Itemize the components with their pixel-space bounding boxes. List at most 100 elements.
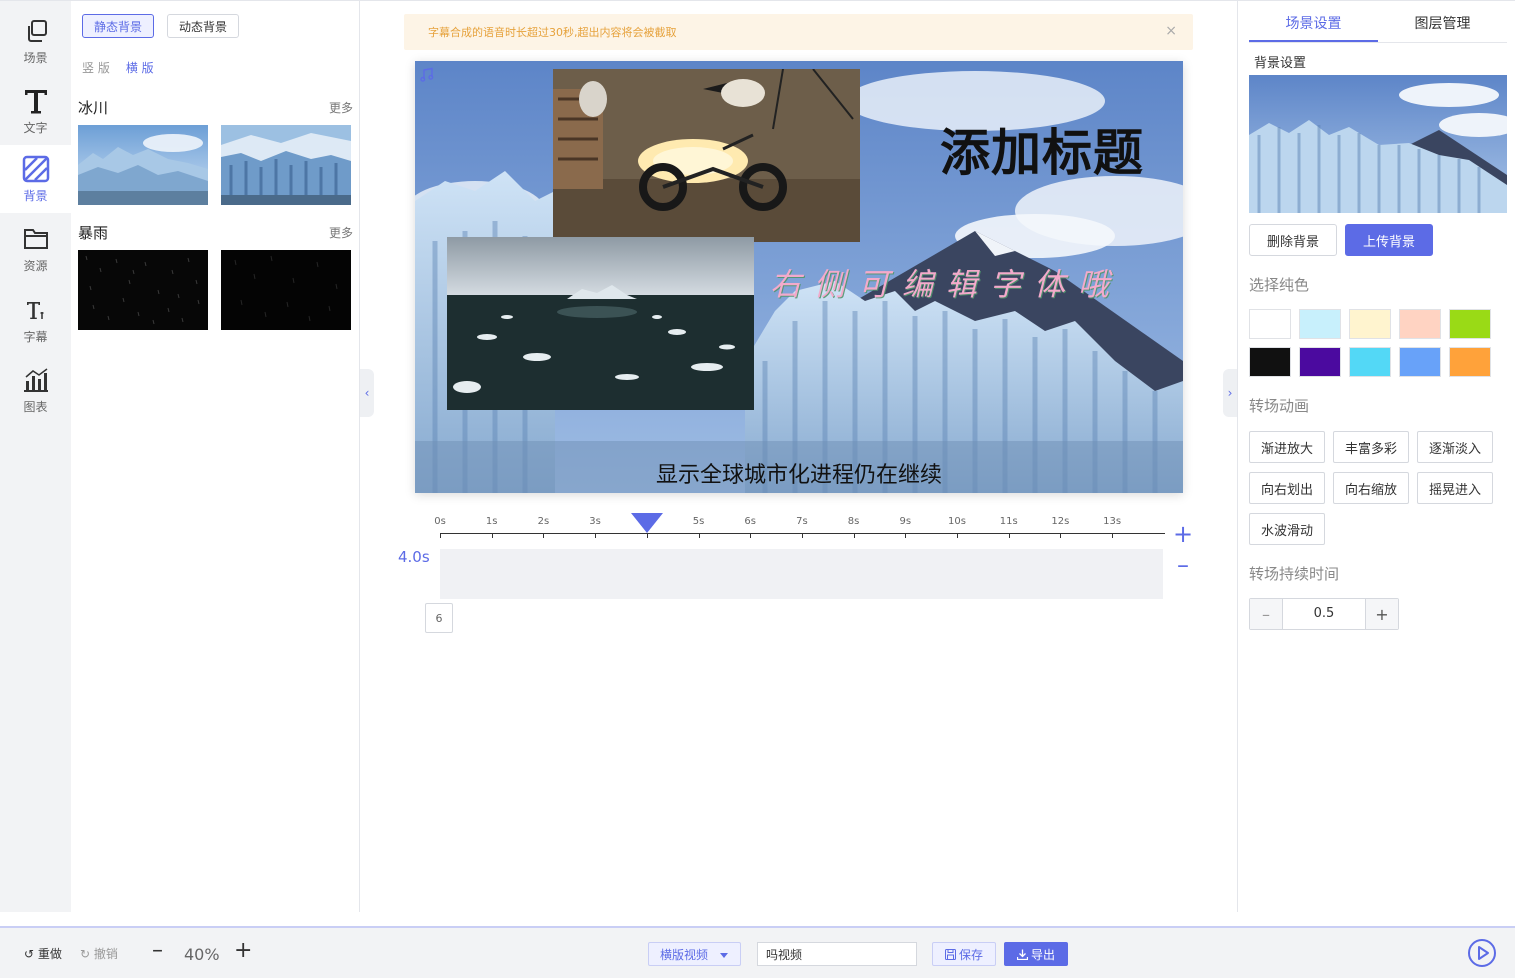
ruler-tick-label: 11s bbox=[999, 516, 1018, 527]
ruler-tick-label: 7s bbox=[796, 516, 808, 527]
canvas-subtitle-text[interactable]: 显示全球城市化进程仍在继续 bbox=[415, 457, 1183, 489]
bottom-toolbar: ↺ 重做 ↻ 撤销 – 40% + 横版视频 保存 导出 bbox=[0, 926, 1515, 978]
zoom-out-button[interactable]: – bbox=[152, 940, 163, 962]
export-label: 导出 bbox=[1030, 947, 1055, 962]
zoom-level: 40% bbox=[184, 945, 220, 964]
ruler-tick bbox=[905, 533, 907, 538]
category-title: 冰川 bbox=[78, 98, 109, 117]
redo-button[interactable]: ↻ 撤销 bbox=[80, 945, 118, 962]
decrement-button[interactable]: – bbox=[1250, 599, 1282, 629]
color-swatch[interactable] bbox=[1249, 347, 1291, 377]
properties-panel: 场景设置 图层管理 背景设置 删除背景 上传背景 选择纯色 转场动画 渐进放大 … bbox=[1237, 0, 1515, 912]
more-link[interactable]: 更多 bbox=[329, 224, 353, 241]
transition-option[interactable]: 渐进放大 bbox=[1249, 431, 1325, 463]
canvas-decorative-text[interactable]: 右侧可编辑字体哦 bbox=[770, 259, 1122, 304]
ruler-tick bbox=[801, 533, 803, 538]
chevron-left-icon: ‹ bbox=[364, 386, 370, 400]
timeline-ruler[interactable]: 0s 1s 2s 3s 4s 5s 6s 7s 8s 9s 10s 11s 12s 13s bbox=[434, 513, 1165, 553]
orientation-portrait[interactable]: 竖 版 bbox=[82, 59, 110, 76]
zoom-in-button[interactable]: + bbox=[234, 940, 252, 962]
tab-dynamic-background[interactable]: 动态背景 bbox=[167, 14, 240, 38]
duration-value[interactable]: 0.5 bbox=[1282, 599, 1366, 629]
delete-background-button[interactable]: 删除背景 bbox=[1249, 224, 1337, 256]
rail-item-label: 图表 bbox=[23, 399, 48, 414]
transition-option[interactable]: 向右划出 bbox=[1249, 472, 1325, 504]
upload-background-button[interactable]: 上传背景 bbox=[1345, 224, 1433, 256]
transition-option[interactable]: 水波滑动 bbox=[1249, 513, 1325, 545]
save-label: 保存 bbox=[958, 947, 983, 962]
transition-duration-label: 转场持续时间 bbox=[1249, 565, 1340, 583]
ruler-tick bbox=[957, 533, 958, 538]
tab-scene-settings[interactable]: 场景设置 bbox=[1249, 9, 1378, 42]
redo-icon: ↻ bbox=[80, 947, 91, 961]
background-thumbnail[interactable] bbox=[78, 125, 208, 205]
scene-track[interactable] bbox=[440, 549, 1163, 599]
orientation-landscape[interactable]: 横 版 bbox=[126, 59, 154, 76]
transition-option[interactable]: 向右缩放 bbox=[1333, 472, 1409, 504]
rail-item-text[interactable]: 文字 bbox=[0, 77, 71, 145]
rail-item-scene[interactable]: 场景 bbox=[0, 7, 71, 75]
tab-layer-management[interactable]: 图层管理 bbox=[1378, 9, 1507, 42]
color-swatch[interactable] bbox=[1449, 309, 1491, 339]
video-name-input[interactable] bbox=[757, 942, 917, 966]
transition-option[interactable]: 逐渐淡入 bbox=[1417, 431, 1493, 463]
increment-button[interactable]: + bbox=[1366, 599, 1398, 629]
undo-button[interactable]: ↺ 重做 bbox=[24, 945, 62, 962]
ruler-tick bbox=[1008, 533, 1010, 538]
timeline-zoom-in-button[interactable]: + bbox=[1173, 522, 1193, 546]
video-layout-value: 横版视频 bbox=[660, 947, 709, 962]
library-tabs: 静态背景 动态背景 bbox=[82, 14, 240, 38]
background-settings-label: 背景设置 bbox=[1254, 56, 1307, 71]
iceberg-image-layer[interactable] bbox=[447, 237, 754, 410]
background-preview bbox=[1249, 75, 1507, 213]
tab-static-background[interactable]: 静态背景 bbox=[82, 14, 155, 38]
more-link[interactable]: 更多 bbox=[329, 99, 353, 116]
canvas-title-text[interactable]: 添加标题 bbox=[940, 113, 1144, 185]
color-swatch[interactable] bbox=[1299, 347, 1341, 377]
ruler-tick-label: 0s bbox=[434, 516, 446, 527]
scene-index[interactable]: 6 bbox=[425, 603, 453, 633]
ruler-tick bbox=[491, 533, 493, 538]
color-swatch[interactable] bbox=[1349, 347, 1391, 377]
rail-item-label: 文字 bbox=[23, 120, 48, 135]
background-thumbnail[interactable] bbox=[78, 250, 208, 330]
folder-icon bbox=[22, 225, 50, 253]
transition-option[interactable]: 丰富多彩 bbox=[1333, 431, 1409, 463]
rail-item-resources[interactable]: 资源 bbox=[0, 215, 71, 283]
close-icon[interactable]: × bbox=[1165, 23, 1177, 39]
motorcycle-image-layer[interactable] bbox=[553, 69, 860, 242]
color-swatch[interactable] bbox=[1399, 309, 1441, 339]
caret-down-icon bbox=[720, 953, 728, 958]
music-icon[interactable] bbox=[419, 67, 435, 83]
subtitle-icon bbox=[22, 296, 50, 324]
color-swatch[interactable] bbox=[1399, 347, 1441, 377]
color-swatch[interactable] bbox=[1249, 309, 1291, 339]
collapse-right-button[interactable]: › bbox=[1223, 369, 1237, 417]
ruler-tick-label: 9s bbox=[899, 516, 912, 527]
rail-item-chart[interactable]: 图表 bbox=[0, 356, 71, 424]
save-button[interactable]: 保存 bbox=[932, 942, 996, 966]
color-swatch[interactable] bbox=[1349, 309, 1391, 339]
category-title: 暴雨 bbox=[78, 223, 109, 242]
color-swatch[interactable] bbox=[1449, 347, 1491, 377]
export-button[interactable]: 导出 bbox=[1004, 942, 1068, 966]
play-icon[interactable] bbox=[1467, 938, 1497, 968]
solid-color-label: 选择纯色 bbox=[1249, 276, 1310, 294]
redo-label: 撤销 bbox=[93, 947, 118, 961]
ruler-tick-label: 13s bbox=[1103, 516, 1122, 527]
color-swatch[interactable] bbox=[1299, 309, 1341, 339]
ruler-tick-label: 12s bbox=[1051, 516, 1070, 527]
transition-option[interactable]: 摇晃进入 bbox=[1417, 472, 1493, 504]
rail-item-subtitle[interactable]: 字幕 bbox=[0, 286, 71, 354]
collapse-left-button[interactable]: ‹ bbox=[360, 369, 374, 417]
video-layout-select[interactable]: 横版视频 bbox=[648, 942, 741, 966]
download-icon bbox=[1016, 949, 1028, 960]
rail-item-background[interactable]: 背景 bbox=[0, 145, 71, 213]
background-thumbnail[interactable] bbox=[221, 125, 351, 205]
timeline-zoom-out-button[interactable]: – bbox=[1173, 553, 1193, 577]
scene-canvas[interactable]: 添加标题 右侧可编辑字体哦 显示全球城市化进程仍在继续 bbox=[415, 61, 1183, 493]
background-thumbnail[interactable] bbox=[221, 250, 351, 330]
playhead[interactable] bbox=[630, 513, 663, 533]
category-glacier: 冰川 更多 bbox=[78, 97, 353, 205]
tool-rail: 场景 文字 背景 资源 字幕 图表 bbox=[0, 0, 71, 912]
